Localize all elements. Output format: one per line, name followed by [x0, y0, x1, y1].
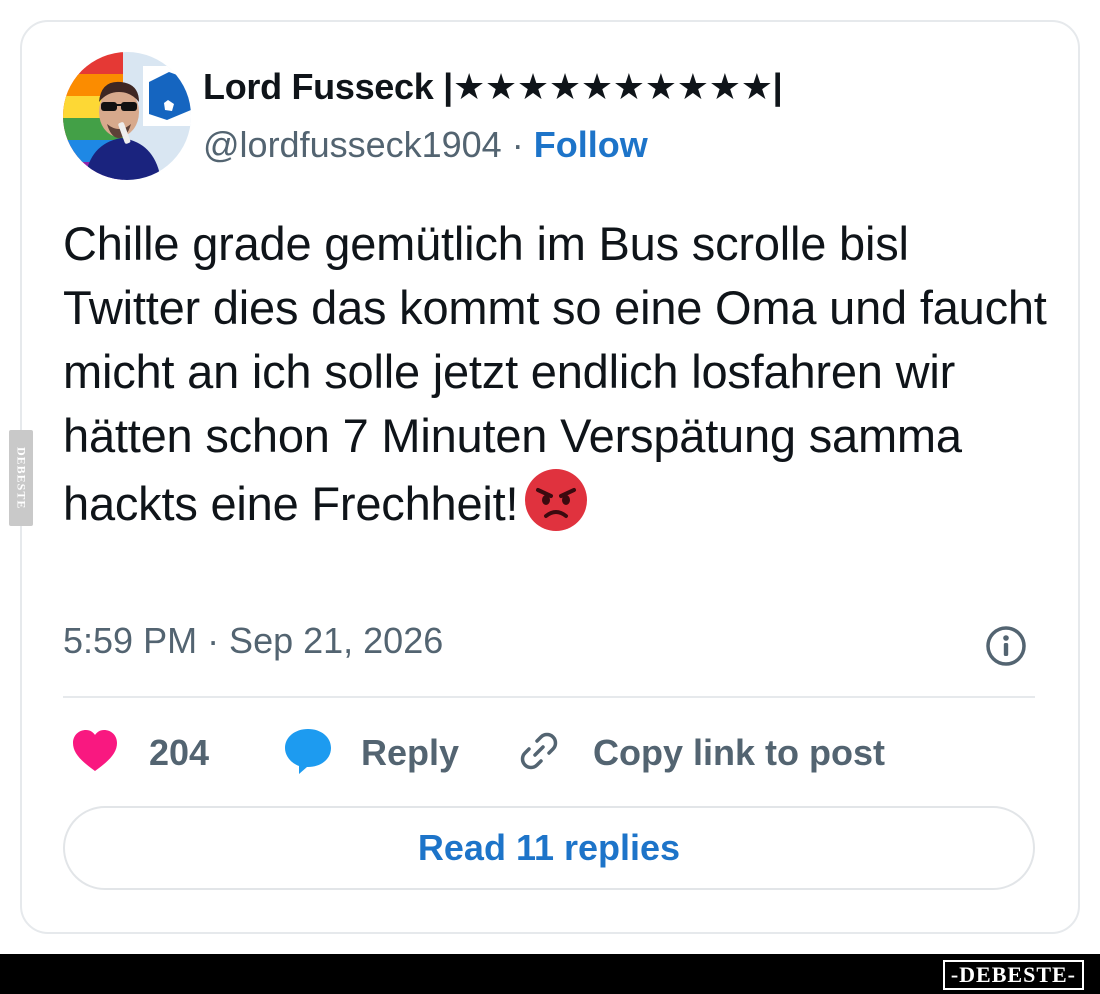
brand-logo: -DEBESTE- — [942, 960, 1084, 990]
follow-button[interactable]: Follow — [534, 124, 648, 165]
copy-link-label: Copy link to post — [593, 732, 885, 773]
read-replies-button[interactable]: Read 11 replies — [63, 806, 1035, 890]
reply-button[interactable]: Reply — [283, 726, 459, 780]
handle-row: @lordfusseck1904 · Follow — [203, 124, 648, 166]
bottom-watermark-bar: -DEBESTE- — [0, 954, 1100, 994]
tweet-text: Chille grade gemütlich im Bus scrolle bi… — [63, 212, 1053, 548]
heart-icon — [71, 729, 119, 778]
side-watermark: DEBESTE — [9, 430, 33, 526]
info-icon[interactable] — [984, 624, 1028, 668]
tweet-timestamp[interactable]: 5:59 PM · Sep 21, 2026 — [63, 620, 443, 662]
reply-label: Reply — [361, 732, 460, 773]
like-button[interactable]: 204 — [71, 726, 209, 780]
handle-separator: · — [511, 124, 524, 165]
author-name[interactable]: Lord Fusseck |★★★★★★★★★★| — [203, 66, 783, 108]
side-watermark-text: DEBESTE — [14, 446, 29, 510]
divider — [63, 696, 1035, 698]
speech-bubble-icon — [283, 727, 333, 780]
avatar[interactable] — [63, 52, 191, 180]
author-handle[interactable]: @lordfusseck1904 — [203, 124, 502, 165]
angry-face-icon — [524, 468, 588, 548]
link-icon — [515, 727, 563, 780]
like-count: 204 — [149, 732, 210, 773]
copy-link-button[interactable]: Copy link to post — [515, 726, 885, 780]
